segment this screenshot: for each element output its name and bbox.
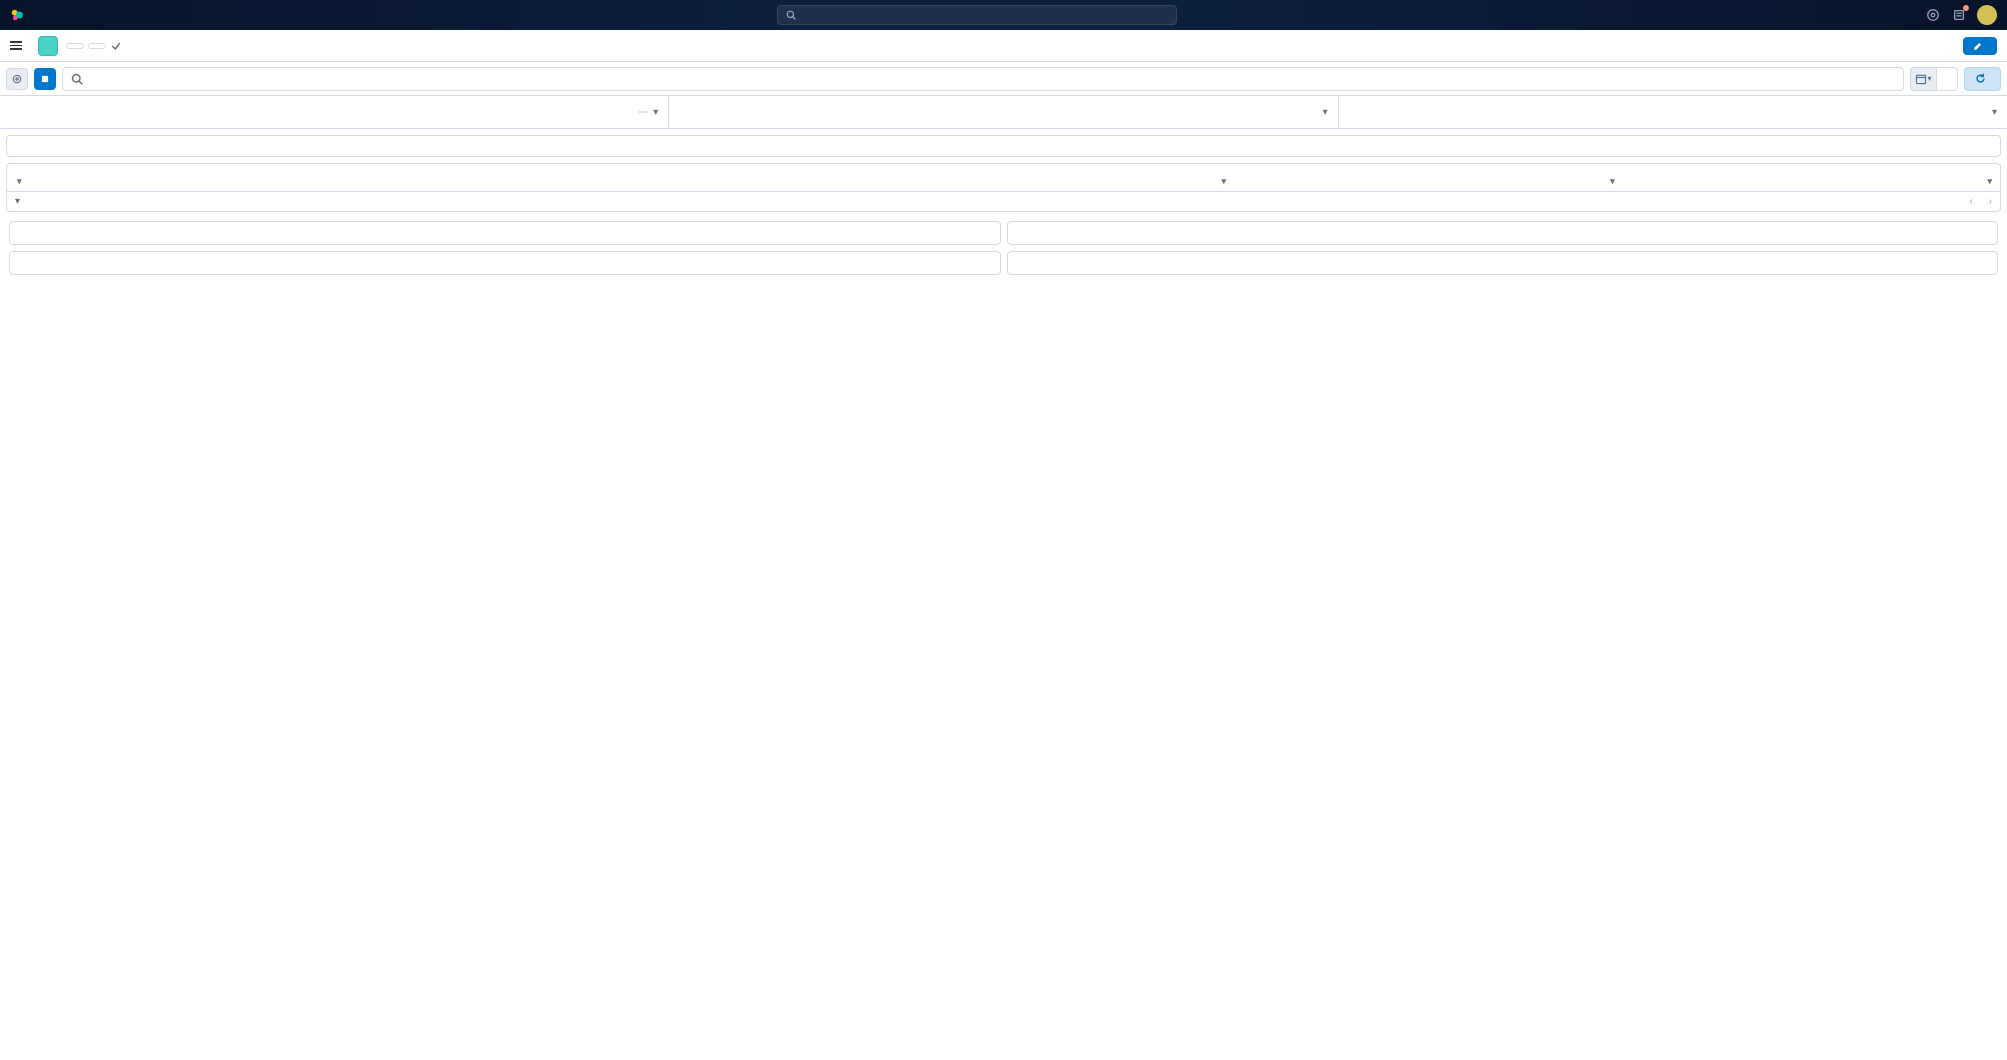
search-icon [71,73,83,85]
help-icon[interactable] [1925,7,1941,23]
col-ready[interactable]: ▾ [1482,172,1741,192]
namespace-name-control[interactable]: ▾ [669,96,1338,128]
time-range-label[interactable] [1936,67,1958,91]
mem-left-chart-panel [9,251,1001,275]
chevron-down-icon: ▾ [1323,107,1328,118]
breadcrumb-current[interactable] [88,43,106,49]
col-scheduled[interactable]: ▾ [1741,172,2000,192]
cpu-node-chart-panel [9,221,1001,245]
query-bar: ▾ [0,62,2007,96]
rows-per-page[interactable]: ▾ [15,196,20,207]
breadcrumb-bar [0,30,2007,62]
page-prev[interactable]: ‹ [1969,196,1972,207]
dashboard-links [7,144,2000,156]
refresh-button[interactable] [1964,67,2001,91]
pagination: ‹ › [1969,196,1992,207]
refresh-icon [1975,73,1986,84]
nav-toggle-button[interactable] [10,36,30,56]
page-next[interactable]: › [1989,196,1992,207]
brand-logo[interactable] [10,8,29,22]
edit-button[interactable] [1963,37,1997,55]
global-search-input[interactable] [777,5,1177,25]
app-badge[interactable] [38,36,58,56]
filters-button[interactable] [6,68,28,90]
elastic-logo-icon [10,8,24,22]
disk-icon [40,74,50,84]
col-phase[interactable]: ▾ [964,172,1482,192]
mem-right-chart-panel [1007,251,1999,275]
search-icon [786,10,796,20]
controls-row: ▾ ▾ ▾ [0,96,2007,129]
calendar-icon[interactable]: ▾ [1910,67,1936,91]
breadcrumb [66,40,122,52]
chevron-down-icon: ▾ [653,107,658,118]
global-header [0,0,2007,30]
chevron-down-icon: ▾ [1992,107,1997,118]
kql-input[interactable] [62,67,1904,91]
kubernetes-dashboards-panel [6,135,2001,157]
col-pod[interactable]: ▾ [7,172,964,192]
newsfeed-icon[interactable] [1951,7,1967,23]
pod-name-control[interactable]: ▾ [1339,96,2007,128]
time-picker[interactable]: ▾ [1910,67,1958,91]
cluster-name-control[interactable]: ▾ [0,96,669,128]
cpu-limit-chart-panel [1007,221,1999,245]
breadcrumb-dashboard[interactable] [66,43,84,49]
filter-count-badge [638,111,648,113]
pencil-icon [1973,41,1983,51]
filter-icon [11,73,23,85]
check-icon [110,40,122,52]
status-per-pod-panel: ▾ ▾ ▾ ▾ ▾ ‹ › [6,163,2001,212]
status-table: ▾ ▾ ▾ ▾ [7,172,2000,192]
user-avatar[interactable] [1977,5,1997,25]
saved-query-button[interactable] [34,68,56,90]
